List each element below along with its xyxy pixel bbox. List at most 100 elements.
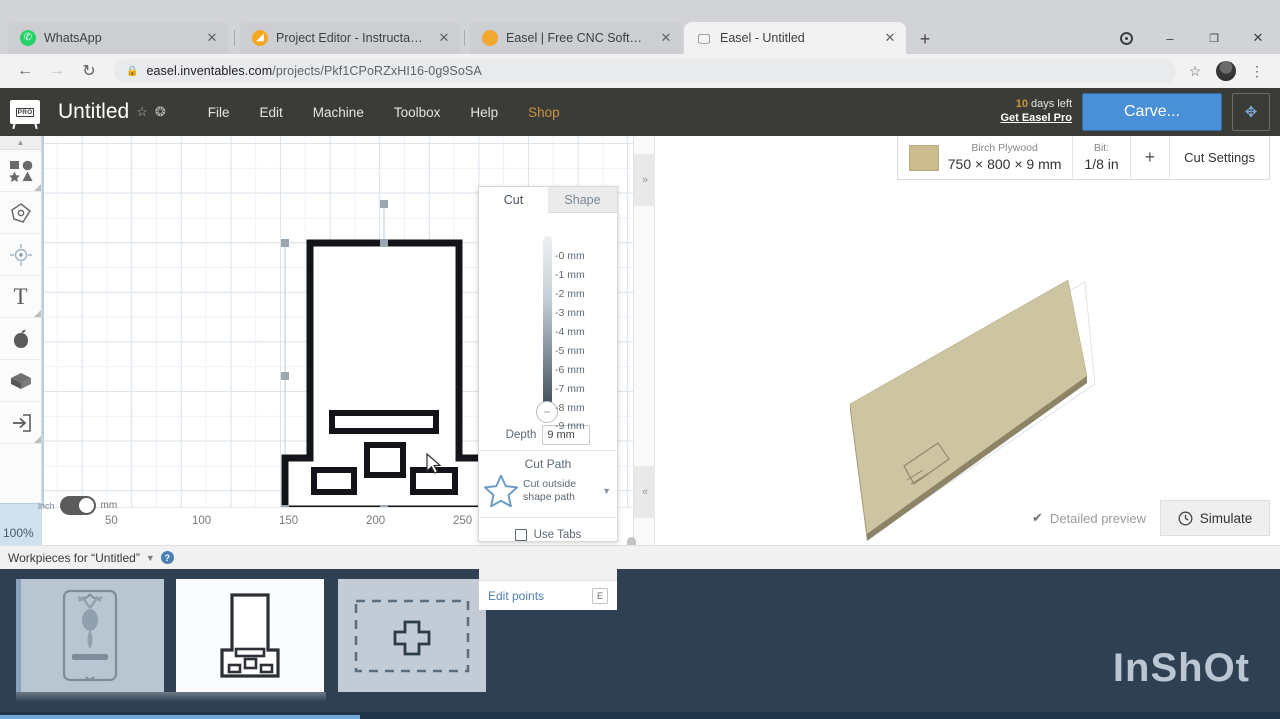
detailed-preview-label: Detailed preview — [1049, 510, 1146, 526]
panel-spacer — [479, 552, 617, 580]
menu-item-machine[interactable]: Machine — [313, 105, 364, 120]
url-path: /projects/Pkf1CPoRZxHI16-0g9SoSA — [272, 64, 482, 78]
workpieces-shadow — [16, 692, 326, 702]
trial-status: 10 days left Get Easel Pro — [1000, 98, 1072, 126]
ruler-tick: 200 — [366, 515, 386, 527]
window-controls: – ❐ ✕ — [1104, 22, 1280, 54]
star-outline-icon[interactable]: ☆ — [1182, 58, 1208, 84]
caret-down-icon[interactable]: ▼ — [146, 553, 155, 563]
workpieces-title: Workpieces for “Untitled” — [8, 550, 140, 565]
plus-icon — [354, 599, 470, 672]
record-dot-icon[interactable] — [1104, 22, 1148, 54]
detailed-preview-toggle[interactable]: ✔ Detailed preview — [1032, 510, 1146, 526]
ruler-tick: 250 — [453, 515, 473, 527]
carve-button[interactable]: Carve... — [1082, 93, 1222, 131]
workpiece-add-new[interactable] — [338, 579, 486, 692]
panel-divider[interactable]: » ⋯ « — [627, 136, 656, 577]
simulate-button[interactable]: Simulate — [1160, 500, 1270, 536]
menu-item-shop[interactable]: Shop — [528, 105, 560, 120]
tab-cut[interactable]: Cut — [479, 187, 548, 213]
edit-points-label: Edit points — [488, 588, 545, 603]
workpiece-thumb-deer[interactable] — [16, 579, 164, 692]
clock-icon — [1178, 511, 1193, 525]
caret-down-icon[interactable]: ▼ — [602, 486, 611, 496]
depth-slider-track[interactable] — [543, 236, 552, 411]
chevron-up-icon[interactable]: ▲ — [0, 136, 41, 150]
shapes-tool-button[interactable] — [0, 150, 41, 192]
kebab-menu-icon[interactable]: ⋮ — [1244, 58, 1270, 84]
3d-tool-button[interactable] — [0, 360, 41, 402]
deer-thumbnail-icon — [62, 589, 118, 682]
browser-tab-whatsapp[interactable]: ✆ WhatsApp ✕ — [8, 22, 228, 54]
workpieces-strip: InShOt — [0, 569, 1280, 719]
depth-tick: -5 mm — [555, 345, 585, 357]
tab-separator — [464, 30, 465, 46]
left-toolbar: ▲ T 100% — [0, 136, 42, 545]
menu-item-help[interactable]: Help — [470, 105, 498, 120]
browser-tab-easel-home[interactable]: Easel | Free CNC Software | Inven ✕ — [470, 22, 682, 54]
reload-button[interactable]: ↻ — [74, 57, 104, 85]
tool-expand-corner[interactable] — [34, 436, 41, 443]
ruler-tick: 100 — [192, 515, 212, 527]
address-bar[interactable]: 🔒 easel.inventables.com/projects/Pkf1CPo… — [114, 59, 1176, 83]
favorite-star-icon[interactable]: ☆ — [136, 104, 148, 120]
use-tabs-row[interactable]: Use Tabs — [479, 518, 617, 552]
use-tabs-checkbox[interactable] — [514, 529, 527, 541]
tab-shape[interactable]: Shape — [548, 187, 617, 213]
collapse-left-icon[interactable]: « — [634, 466, 656, 518]
origin-tool-button[interactable] — [0, 234, 41, 276]
star-outline-icon — [483, 474, 519, 508]
pen-tool-button[interactable] — [0, 192, 41, 234]
easel-header: PRO Untitled ☆ ❂ File Edit Machine Toolb… — [0, 88, 1280, 136]
browser-tab-easel-untitled[interactable]: 🖵 Easel - Untitled ✕ — [684, 22, 906, 54]
cut-path-value: Cut outside shape path — [523, 477, 577, 503]
menu-item-edit[interactable]: Edit — [260, 105, 283, 120]
depth-tick: -1 mm — [555, 269, 585, 281]
expand-right-icon[interactable]: » — [634, 154, 656, 206]
maximize-button[interactable]: ❐ — [1192, 22, 1236, 54]
window-close-button[interactable]: ✕ — [1236, 22, 1280, 54]
cut-path-selector[interactable]: Cut outside shape path ▼ — [479, 473, 617, 518]
depth-tick: -9 mm — [555, 420, 585, 432]
menu-item-file[interactable]: File — [208, 105, 230, 120]
zoom-level-band[interactable]: 100% — [0, 503, 42, 545]
taskbar-accent — [0, 715, 360, 719]
depth-slider-area[interactable]: − -0 mm -1 mm -2 mm -3 mm -4 mm -5 mm -6… — [479, 213, 617, 432]
import-tool-button[interactable] — [0, 402, 41, 444]
preview-footer: ✔ Detailed preview Simulate — [1032, 500, 1270, 536]
tool-expand-corner[interactable] — [34, 310, 41, 317]
trial-days-label: days left — [1031, 98, 1072, 111]
get-easel-pro-link[interactable]: Get Easel Pro — [1000, 112, 1072, 126]
forward-button[interactable]: → — [42, 57, 72, 85]
tab-close-button[interactable]: ✕ — [436, 30, 452, 46]
use-tabs-label: Use Tabs — [533, 529, 582, 541]
pro-badge: PRO — [15, 107, 35, 117]
header-right-group: 10 days left Get Easel Pro Carve... ✥ — [1000, 88, 1280, 136]
bottom-bar — [0, 712, 1280, 719]
inshot-watermark: InShOt — [1112, 646, 1250, 690]
browser-tab-instructables[interactable]: ◢ Project Editor - Instructables ✕ — [240, 22, 460, 54]
fit-to-screen-icon[interactable]: ✥ — [1232, 93, 1270, 131]
back-button[interactable]: ← — [10, 57, 40, 85]
tool-expand-corner[interactable] — [34, 184, 41, 191]
depth-tick: -4 mm — [555, 326, 585, 338]
3d-preview-pane[interactable]: Birch Plywood 750 × 800 × 9 mm Bit: 1/8 … — [655, 136, 1280, 545]
unit-toggle[interactable]: inch mm — [38, 496, 117, 515]
tab-close-button[interactable]: ✕ — [204, 30, 220, 46]
minimize-button[interactable]: – — [1148, 22, 1192, 54]
apps-tool-button[interactable] — [0, 318, 41, 360]
tab-close-button[interactable]: ✕ — [658, 30, 674, 46]
stand-thumbnail-icon — [220, 593, 280, 678]
share-icon[interactable]: ❂ — [155, 104, 166, 120]
tab-close-button[interactable]: ✕ — [882, 30, 898, 46]
new-tab-button[interactable]: + — [912, 26, 938, 52]
menu-item-toolbox[interactable]: Toolbox — [394, 105, 441, 120]
unit-toggle-switch[interactable] — [59, 496, 96, 515]
question-mark-icon[interactable]: ? — [160, 551, 174, 564]
text-tool-button[interactable]: T — [0, 276, 41, 318]
avatar[interactable] — [1216, 61, 1236, 81]
workpiece-thumb-stand[interactable] — [176, 579, 324, 692]
ruler-tick: 50 — [105, 515, 118, 527]
whatsapp-icon: ✆ — [20, 30, 36, 46]
edit-points-button[interactable]: Edit points E — [479, 580, 617, 610]
